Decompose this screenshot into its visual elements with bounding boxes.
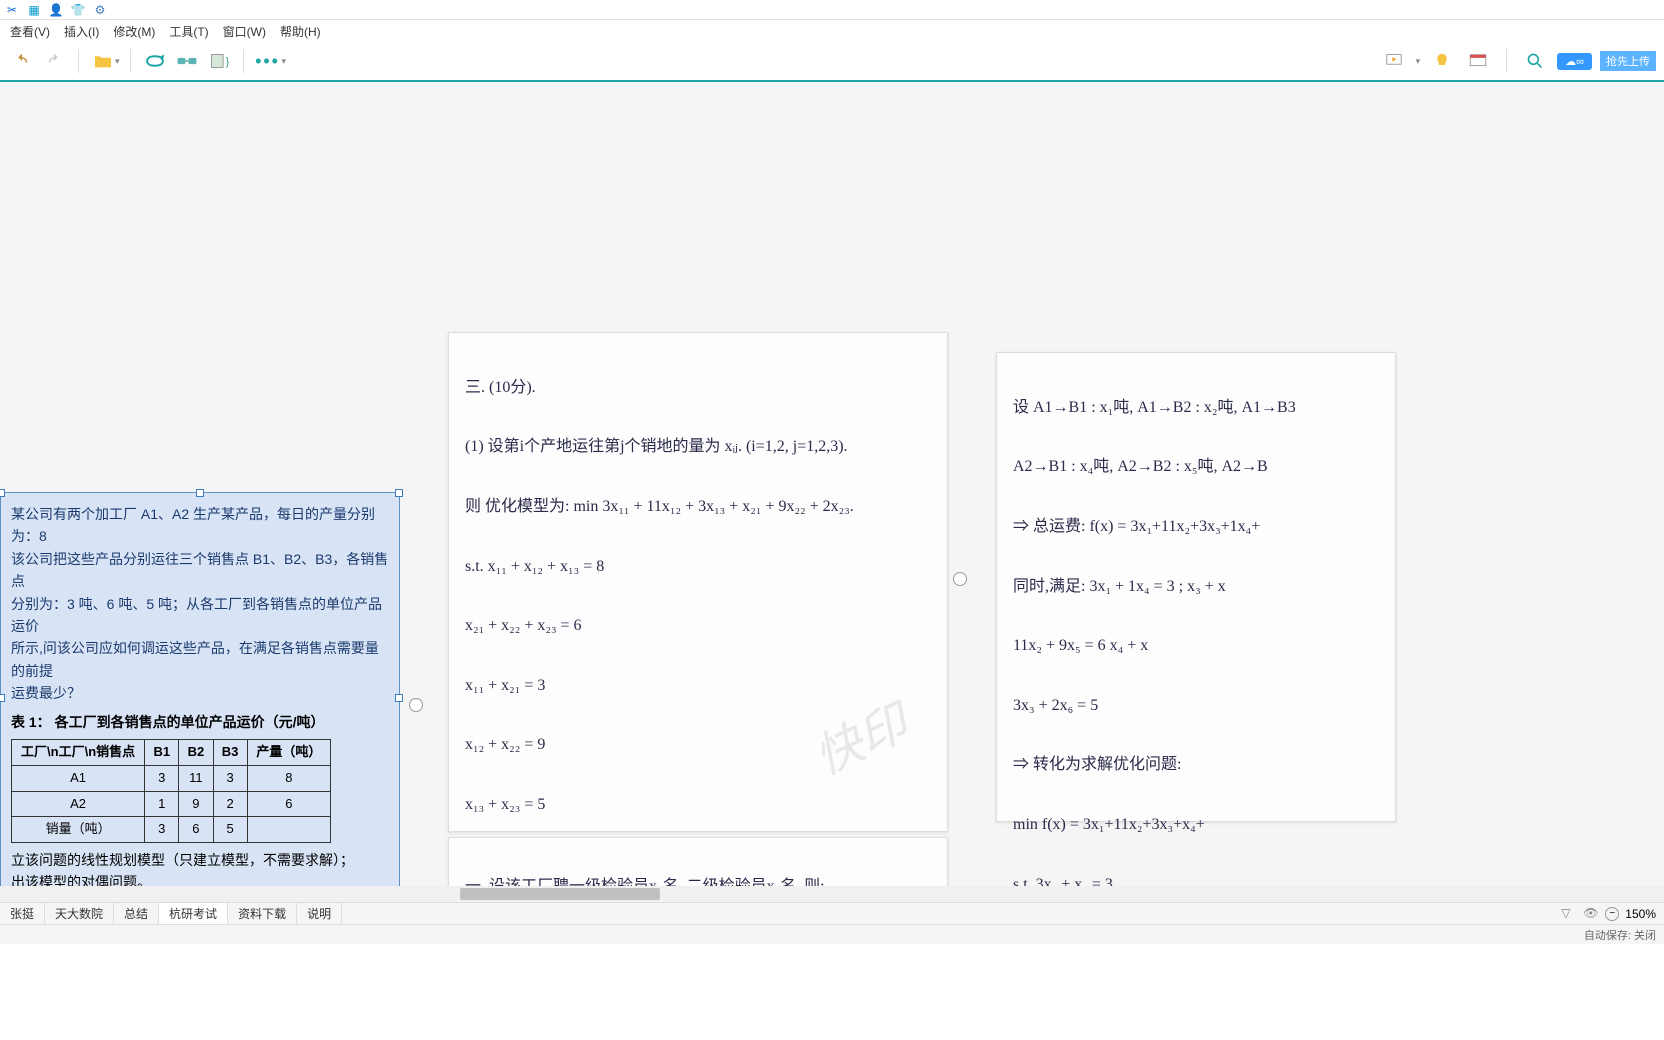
filter-icon[interactable]: ▽ xyxy=(1561,906,1577,922)
handwriting-content: 设 A1→B1 : x₁吨, A1→B2 : x₂吨, A1→B3 A2→B1 … xyxy=(997,353,1395,902)
cloud-upload-label[interactable]: 抢先上传 xyxy=(1600,51,1656,71)
tab-item[interactable]: 资料下载 xyxy=(228,903,297,924)
gear-icon[interactable]: ⚙ xyxy=(92,2,108,18)
resize-handle[interactable] xyxy=(395,694,403,702)
redo-button[interactable] xyxy=(40,47,68,75)
screen-button[interactable] xyxy=(1464,47,1492,75)
horizontal-scrollbar[interactable] xyxy=(0,886,1664,902)
table-row: A21926 xyxy=(12,791,331,817)
more-button[interactable]: ••• xyxy=(254,47,282,75)
cost-table: 工厂\n工厂\n销售点 B1 B2 B3 产量（吨） A131138 A2192… xyxy=(11,739,331,843)
status-bar: 自动保存: 关闭 xyxy=(0,924,1664,944)
folder-button[interactable] xyxy=(89,47,117,75)
bulb-button[interactable] xyxy=(1428,47,1456,75)
scroll-thumb[interactable] xyxy=(460,888,660,900)
shirt-icon[interactable]: 👕 xyxy=(70,2,86,18)
resize-handle[interactable] xyxy=(0,489,5,497)
separator xyxy=(243,49,244,73)
menu-view[interactable]: 查看(V) xyxy=(4,21,56,42)
title-bar: ✂ ▦ 👤 👕 ⚙ xyxy=(0,0,1664,20)
toolbar: ▾ } ••• ▾ ▾ ☁∞ 抢先上传 xyxy=(0,42,1664,82)
menu-window[interactable]: 窗口(W) xyxy=(217,21,272,42)
tab-item[interactable]: 杭研考试 xyxy=(159,903,228,924)
eye-icon[interactable]: 👁 xyxy=(1583,906,1599,922)
menu-bar: 查看(V) 插入(I) 修改(M) 工具(T) 窗口(W) 帮助(H) xyxy=(0,20,1664,42)
table-row: A131138 xyxy=(12,765,331,791)
dropdown-arrow-icon[interactable]: ▾ xyxy=(115,56,120,67)
autosave-status: 自动保存: 关闭 xyxy=(1584,927,1656,943)
present-button[interactable] xyxy=(1380,47,1408,75)
zoom-level: 150% xyxy=(1625,907,1656,921)
search-button[interactable] xyxy=(1521,47,1549,75)
handwriting-content: 三. (10分). (1) 设第i个产地运往第j个销地的量为 xᵢⱼ. (i=1… xyxy=(449,333,947,902)
problem-body: 某公司有两个加工厂 A1、A2 生产某产品，每日的产量分别为：8 该公司把这些产… xyxy=(11,503,389,705)
cloud-badge[interactable]: ☁∞ xyxy=(1557,53,1592,70)
menu-modify[interactable]: 修改(M) xyxy=(107,21,161,42)
separator xyxy=(78,49,79,73)
cloud-icon: ☁∞ xyxy=(1565,55,1584,68)
canvas-area[interactable]: 某公司有两个加工厂 A1、A2 生产某产品，每日的产量分别为：8 该公司把这些产… xyxy=(0,82,1664,902)
resize-handle[interactable] xyxy=(395,489,403,497)
separator xyxy=(130,49,131,73)
handwritten-page-2[interactable]: 设 A1→B1 : x₁吨, A1→B2 : x₂吨, A1→B3 A2→B1 … xyxy=(996,352,1396,822)
svg-text:}: } xyxy=(225,56,228,68)
problem-text-box[interactable]: 某公司有两个加工厂 A1、A2 生产某产品，每日的产量分别为：8 该公司把这些产… xyxy=(0,492,400,902)
tab-item[interactable]: 张挺 xyxy=(0,903,45,924)
table-caption: 表 1： 各工厂到各销售点的单位产品运价（元/吨） xyxy=(11,711,389,733)
resize-handle[interactable] xyxy=(196,489,204,497)
undo-button[interactable] xyxy=(8,47,36,75)
dropdown-arrow-icon[interactable]: ▾ xyxy=(282,56,287,67)
person-icon[interactable]: 👤 xyxy=(48,2,64,18)
separator xyxy=(1506,49,1507,73)
app-icon[interactable]: ▦ xyxy=(26,2,42,18)
resize-handle[interactable] xyxy=(0,694,5,702)
tab-item[interactable]: 说明 xyxy=(297,903,342,924)
menu-help[interactable]: 帮助(H) xyxy=(274,21,327,42)
rotate-handle[interactable] xyxy=(953,572,967,586)
menu-insert[interactable]: 插入(I) xyxy=(58,21,105,42)
zoom-out-button[interactable]: − xyxy=(1605,907,1619,921)
handwritten-page-1[interactable]: 三. (10分). (1) 设第i个产地运往第j个销地的量为 xᵢⱼ. (i=1… xyxy=(448,332,948,832)
scissors-icon[interactable]: ✂ xyxy=(4,2,20,18)
menu-tools[interactable]: 工具(T) xyxy=(163,21,214,42)
dropdown-arrow-icon[interactable]: ▾ xyxy=(1416,56,1421,67)
rotate-handle[interactable] xyxy=(409,698,423,712)
tab-item[interactable]: 总结 xyxy=(114,903,159,924)
table-row: 销量（吨）365 xyxy=(12,817,331,843)
tab-bar: 张挺 天大数院 总结 杭研考试 资料下载 说明 ▽ 👁 − 150% xyxy=(0,902,1664,924)
braces-button[interactable]: } xyxy=(205,47,233,75)
cycle-button[interactable] xyxy=(141,47,169,75)
tab-item[interactable]: 天大数院 xyxy=(45,903,114,924)
link-button[interactable] xyxy=(173,47,201,75)
